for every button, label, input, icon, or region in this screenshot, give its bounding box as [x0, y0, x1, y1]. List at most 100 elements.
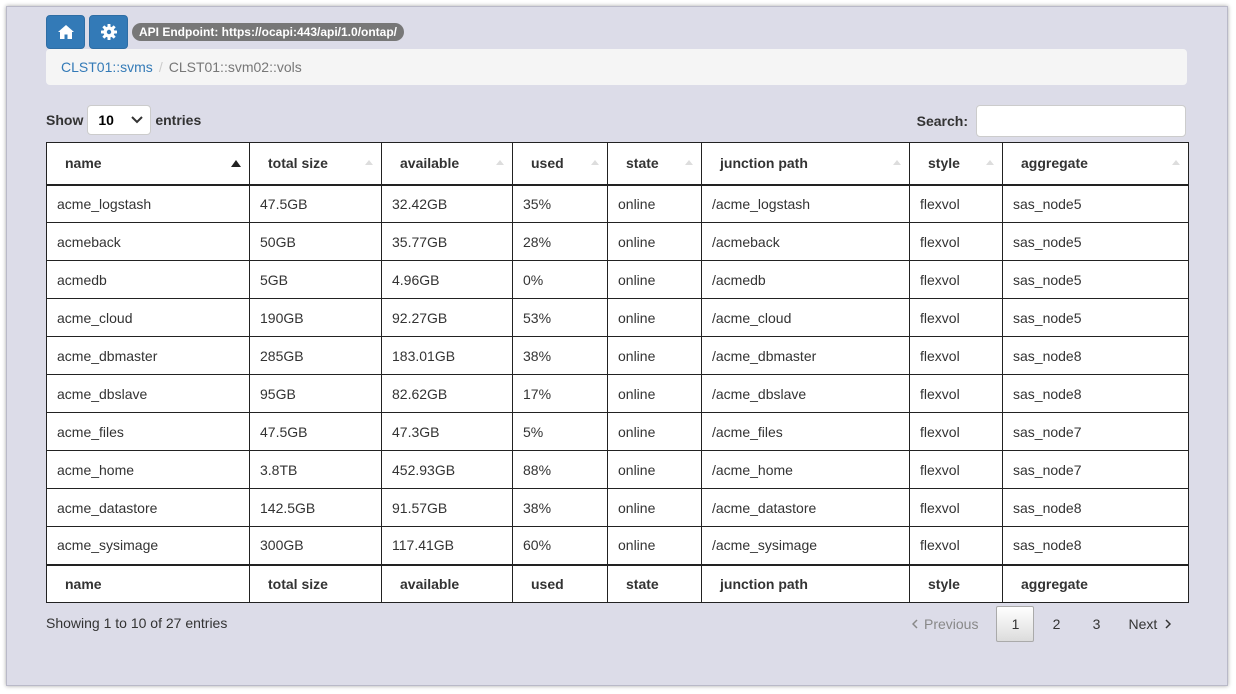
entries-label: entries	[155, 112, 202, 128]
cell-name: acme_dbslave	[46, 374, 250, 413]
cell-style: flexvol	[909, 336, 1003, 375]
cell-name: acme_sysimage	[46, 526, 250, 565]
gear-icon	[100, 24, 117, 40]
cell-style: flexvol	[909, 298, 1003, 337]
page-button-1[interactable]: 1	[996, 606, 1035, 642]
table-row[interactable]: acme_logstash 47.5GB 32.42GB 35% online/acme…	[46, 184, 1189, 223]
column-header-state[interactable]: state	[607, 142, 702, 186]
cell-available: 117.41GB	[381, 526, 513, 565]
table-row[interactable]: acme_home 3.8TB 452.93GB 88% online/acme_hom…	[46, 450, 1189, 489]
breadcrumb: CLST01::svms / CLST01::svm02::vols	[46, 49, 1187, 85]
cell-used: 5%	[512, 412, 608, 451]
sort-icon	[365, 160, 373, 165]
cell-name: acmeback	[46, 222, 250, 261]
cell-style: flexvol	[909, 488, 1003, 527]
cell-aggregate: sas_node8	[1002, 526, 1189, 565]
cell-used: 17%	[512, 374, 608, 413]
cell-state: online	[607, 526, 702, 565]
cell-junction-path: /acme_files	[701, 412, 910, 451]
home-icon	[57, 25, 74, 39]
previous-label: Previous	[924, 616, 979, 632]
column-header-name[interactable]: name	[46, 142, 250, 186]
page-button-3[interactable]: 3	[1076, 606, 1116, 642]
footer-header-junction-path: junction path	[701, 563, 910, 603]
cell-used: 60%	[512, 526, 608, 565]
cell-state: online	[607, 336, 702, 375]
table-row[interactable]: acme_cloud 190GB 92.27GB 53% online/acme_clo…	[46, 298, 1189, 337]
cell-name: acme_dbmaster	[46, 336, 250, 375]
app-frame: API Endpoint: https://ocapi:443/api/1.0/…	[6, 6, 1228, 686]
cell-junction-path: /acme_logstash	[701, 184, 910, 223]
table-row[interactable]: acme_dbmaster 285GB 183.01GB 38% online/acme…	[46, 336, 1189, 375]
cell-state: online	[607, 374, 702, 413]
cell-aggregate: sas_node8	[1002, 374, 1189, 413]
cell-available: 4.96GB	[381, 260, 513, 299]
cell-aggregate: sas_node7	[1002, 412, 1189, 451]
cell-state: online	[607, 260, 702, 299]
cell-junction-path: /acme_sysimage	[701, 526, 910, 565]
cell-style: flexvol	[909, 526, 1003, 565]
show-label: Show	[46, 112, 84, 128]
cell-aggregate: sas_node5	[1002, 222, 1189, 261]
cell-style: flexvol	[909, 412, 1003, 451]
cell-style: flexvol	[909, 374, 1003, 413]
table-row[interactable]: acme_dbslave 95GB 82.62GB 17% online/acme_db…	[46, 374, 1189, 413]
cell-used: 38%	[512, 488, 608, 527]
cell-total-size: 95GB	[249, 374, 382, 413]
cell-used: 53%	[512, 298, 608, 337]
table-row[interactable]: acmedb 5GB 4.96GB 0% online/acmedb flexvol sas…	[46, 260, 1189, 299]
breadcrumb-separator: /	[158, 59, 163, 75]
footer-header-aggregate: aggregate	[1002, 563, 1189, 603]
search-label: Search:	[916, 113, 968, 129]
cell-name: acme_logstash	[46, 184, 250, 223]
cell-used: 38%	[512, 336, 608, 375]
footer-header-name: name	[46, 563, 250, 603]
cell-aggregate: sas_node5	[1002, 260, 1189, 299]
cell-style: flexvol	[909, 450, 1003, 489]
table-row[interactable]: acme_sysimage 300GB 117.41GB 60% online/acme…	[46, 526, 1189, 565]
sort-icon	[986, 160, 994, 165]
chevron-right-icon	[1165, 616, 1172, 632]
cell-used: 35%	[512, 184, 608, 223]
footer-header-style: style	[909, 563, 1003, 603]
column-header-junction-path[interactable]: junction path	[701, 142, 910, 186]
table-footer: name total size available used state jun…	[46, 563, 1189, 603]
page-button-2[interactable]: 2	[1036, 606, 1076, 642]
column-header-used[interactable]: used	[512, 142, 608, 186]
sort-icon	[591, 160, 599, 165]
table-row[interactable]: acmeback 50GB 35.77GB 28% online/acmeback fle…	[46, 222, 1189, 261]
column-header-total-size[interactable]: total size	[249, 142, 382, 186]
search-input[interactable]	[976, 105, 1186, 137]
entries-per-page-select[interactable]: 10	[87, 105, 152, 135]
table-header: name total size available used state jun…	[46, 142, 1189, 186]
sort-icon	[496, 160, 504, 165]
cell-total-size: 50GB	[249, 222, 382, 261]
column-header-aggregate[interactable]: aggregate	[1002, 142, 1189, 186]
column-header-available[interactable]: available	[381, 142, 513, 186]
previous-page-button[interactable]: Previous	[900, 606, 990, 642]
cell-name: acme_datastore	[46, 488, 250, 527]
pagination: Previous 1 2 3 Next	[900, 606, 1183, 642]
volumes-table: name total size available used state jun…	[46, 142, 1189, 603]
sort-icon	[1172, 160, 1180, 165]
cell-junction-path: /acme_dbmaster	[701, 336, 910, 375]
table-row[interactable]: acme_datastore 142.5GB 91.57GB 38% online/ac…	[46, 488, 1189, 527]
cell-available: 32.42GB	[381, 184, 513, 223]
cell-junction-path: /acmeback	[701, 222, 910, 261]
cell-total-size: 5GB	[249, 260, 382, 299]
column-header-style[interactable]: style	[909, 142, 1003, 186]
entries-length-control: Show 10 entries	[46, 105, 201, 135]
cell-state: online	[607, 488, 702, 527]
cell-total-size: 47.5GB	[249, 184, 382, 223]
cell-available: 47.3GB	[381, 412, 513, 451]
cell-total-size: 3.8TB	[249, 450, 382, 489]
cell-total-size: 47.5GB	[249, 412, 382, 451]
next-page-button[interactable]: Next	[1116, 606, 1183, 642]
breadcrumb-current: CLST01::svm02::vols	[168, 59, 302, 75]
cell-available: 35.77GB	[381, 222, 513, 261]
table-row[interactable]: acme_files 47.5GB 47.3GB 5% online/acme_file…	[46, 412, 1189, 451]
cell-state: online	[607, 450, 702, 489]
settings-button[interactable]	[89, 15, 128, 49]
breadcrumb-link-svms[interactable]: CLST01::svms	[61, 59, 153, 75]
home-button[interactable]	[46, 15, 85, 49]
